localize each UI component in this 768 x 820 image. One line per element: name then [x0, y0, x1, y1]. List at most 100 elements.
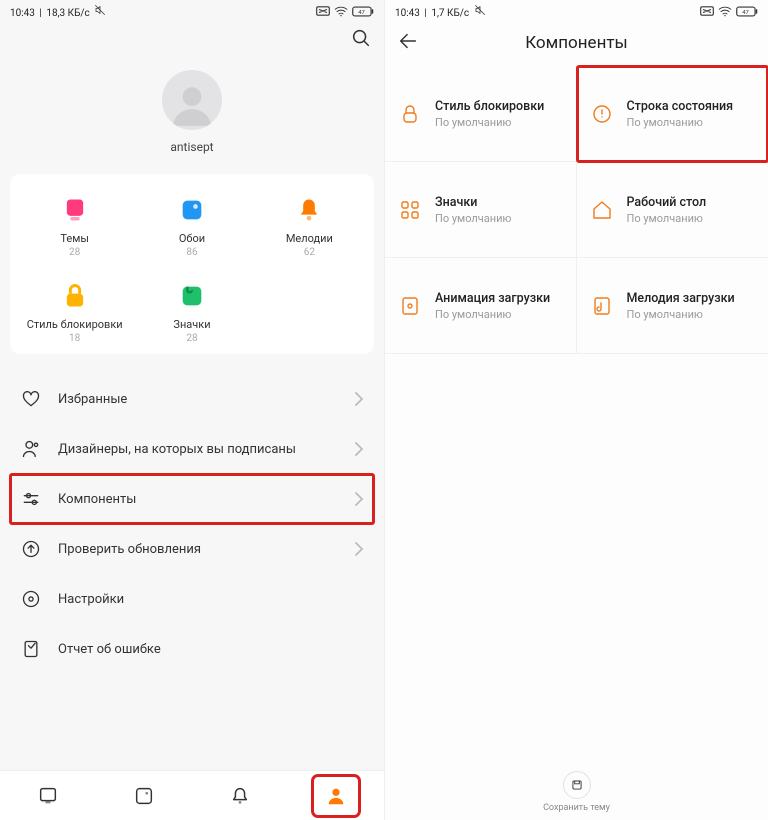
- sliders-icon: [20, 488, 42, 510]
- component-sub: По умолчанию: [435, 212, 511, 225]
- grid-count: 18: [69, 333, 80, 344]
- header: Компоненты: [385, 20, 768, 66]
- wifi-icon: [334, 5, 348, 17]
- grid-item-wallpapers[interactable]: Обои 86: [133, 194, 250, 258]
- page-title: Компоненты: [385, 33, 768, 53]
- component-bootanim[interactable]: Анимация загрузки По умолчанию: [385, 258, 577, 354]
- mute-icon: [94, 4, 106, 16]
- component-title: Строка состояния: [627, 99, 734, 114]
- menu-list: Избранные Дизайнеры, на которых вы подпи…: [10, 374, 374, 674]
- nav-tab-themes[interactable]: [28, 779, 68, 813]
- components-grid: Стиль блокировки По умолчанию Строка сост…: [385, 66, 768, 354]
- grid-item-lockstyle[interactable]: Стиль блокировки 18: [16, 280, 133, 344]
- battery-icon: 47: [352, 6, 374, 17]
- component-bootsound[interactable]: Мелодия загрузки По умолчанию: [577, 258, 768, 354]
- chevron-right-icon: [354, 542, 364, 556]
- menu-label: Настройки: [58, 592, 364, 607]
- menu-item-designers[interactable]: Дизайнеры, на которых вы подписаны: [10, 424, 374, 474]
- status-net: 18,3 КБ/с: [46, 8, 89, 19]
- search-button[interactable]: [350, 27, 372, 53]
- wifi-icon: [718, 5, 732, 17]
- nav-tab-profile[interactable]: [316, 779, 356, 813]
- status-time: 10:43: [10, 8, 35, 19]
- svg-text:47: 47: [358, 10, 365, 16]
- component-title: Стиль блокировки: [435, 99, 544, 114]
- component-sub: По умолчанию: [435, 308, 550, 321]
- chevron-right-icon: [354, 492, 364, 506]
- home-icon: [589, 197, 615, 223]
- update-icon: [20, 538, 42, 560]
- profile-screen: 10:43 | 18,3 КБ/с 47 antisept Темы 28 Об: [0, 0, 384, 820]
- component-statusbar[interactable]: Строка состояния По умолчанию: [577, 66, 768, 162]
- menu-item-report[interactable]: Отчет об ошибке: [10, 624, 374, 674]
- save-theme-label: Сохранить тему: [543, 803, 610, 813]
- footer: Сохранить тему: [385, 764, 768, 820]
- svg-text:47: 47: [742, 10, 749, 16]
- profile-block[interactable]: antisept: [0, 60, 384, 174]
- lock-icon: [397, 101, 423, 127]
- header-row: [0, 20, 384, 60]
- grid-label: Темы: [60, 232, 89, 245]
- component-sub: По умолчанию: [435, 116, 544, 129]
- wallpapers-icon: [176, 194, 208, 226]
- grid-count: 28: [69, 247, 80, 258]
- grid-count: 28: [186, 333, 197, 344]
- component-title: Мелодия загрузки: [627, 291, 735, 306]
- menu-label: Проверить обновления: [58, 542, 354, 557]
- component-title: Анимация загрузки: [435, 291, 550, 306]
- report-icon: [20, 638, 42, 660]
- heart-icon: [20, 388, 42, 410]
- statusbar-icon: [589, 101, 615, 127]
- status-time: 10:43: [395, 8, 420, 19]
- battery-icon: 47: [736, 6, 758, 17]
- lockstyle-icon: [59, 280, 91, 312]
- bootsound-icon: [589, 293, 615, 319]
- component-desktop[interactable]: Рабочий столПо умолчанию: [577, 162, 768, 258]
- status-bar: 10:43 | 1,7 КБ/с 47: [385, 0, 768, 20]
- username: antisept: [170, 140, 213, 154]
- status-left: 10:43 | 18,3 КБ/с: [10, 4, 106, 19]
- card-icon: [700, 6, 714, 16]
- status-right: 47: [316, 5, 374, 17]
- grid-count: 86: [186, 247, 197, 258]
- component-title: Значки: [435, 195, 511, 210]
- menu-item-components[interactable]: Компоненты: [10, 474, 374, 524]
- chevron-right-icon: [354, 442, 364, 456]
- ringtones-icon: [293, 194, 325, 226]
- grid-label: Мелодии: [286, 232, 333, 245]
- status-net: 1,7 КБ/с: [431, 8, 469, 19]
- grid-item-themes[interactable]: Темы 28: [16, 194, 133, 258]
- save-theme-button[interactable]: [563, 771, 591, 799]
- menu-item-settings[interactable]: Настройки: [10, 574, 374, 624]
- grid-item-ringtones[interactable]: Мелодии 62: [251, 194, 368, 258]
- component-icons[interactable]: Значки По умолчанию: [385, 162, 577, 258]
- component-lockstyle[interactable]: Стиль блокировки По умолчанию: [385, 66, 577, 162]
- component-sub: По умолчанию: [627, 308, 735, 321]
- grid-label: Значки: [173, 318, 210, 331]
- menu-item-updates[interactable]: Проверить обновления: [10, 524, 374, 574]
- grid-label: Стиль блокировки: [27, 318, 123, 331]
- person-icon: [20, 438, 42, 460]
- status-left: 10:43 | 1,7 КБ/с: [395, 4, 486, 19]
- component-sub: По умолчанию: [627, 116, 734, 129]
- icons-icon: [176, 280, 208, 312]
- avatar: [162, 70, 222, 130]
- bottom-nav: [0, 770, 384, 820]
- mute-icon: [474, 4, 486, 16]
- nav-tab-ringtones[interactable]: [220, 779, 260, 813]
- menu-label: Отчет об ошибке: [58, 642, 364, 657]
- card-icon: [316, 6, 330, 16]
- component-title: Рабочий стол: [627, 195, 707, 210]
- grid-count: 62: [304, 247, 315, 258]
- status-bar: 10:43 | 18,3 КБ/с 47: [0, 0, 384, 20]
- menu-item-favorites[interactable]: Избранные: [10, 374, 374, 424]
- bootanim-icon: [397, 293, 423, 319]
- menu-label: Компоненты: [58, 492, 354, 507]
- grid-label: Обои: [179, 232, 205, 245]
- nav-tab-wallpapers[interactable]: [124, 779, 164, 813]
- chevron-right-icon: [354, 392, 364, 406]
- back-button[interactable]: [397, 30, 419, 56]
- grid-item-icons[interactable]: Значки 28: [133, 280, 250, 344]
- settings-icon: [20, 588, 42, 610]
- themes-icon: [59, 194, 91, 226]
